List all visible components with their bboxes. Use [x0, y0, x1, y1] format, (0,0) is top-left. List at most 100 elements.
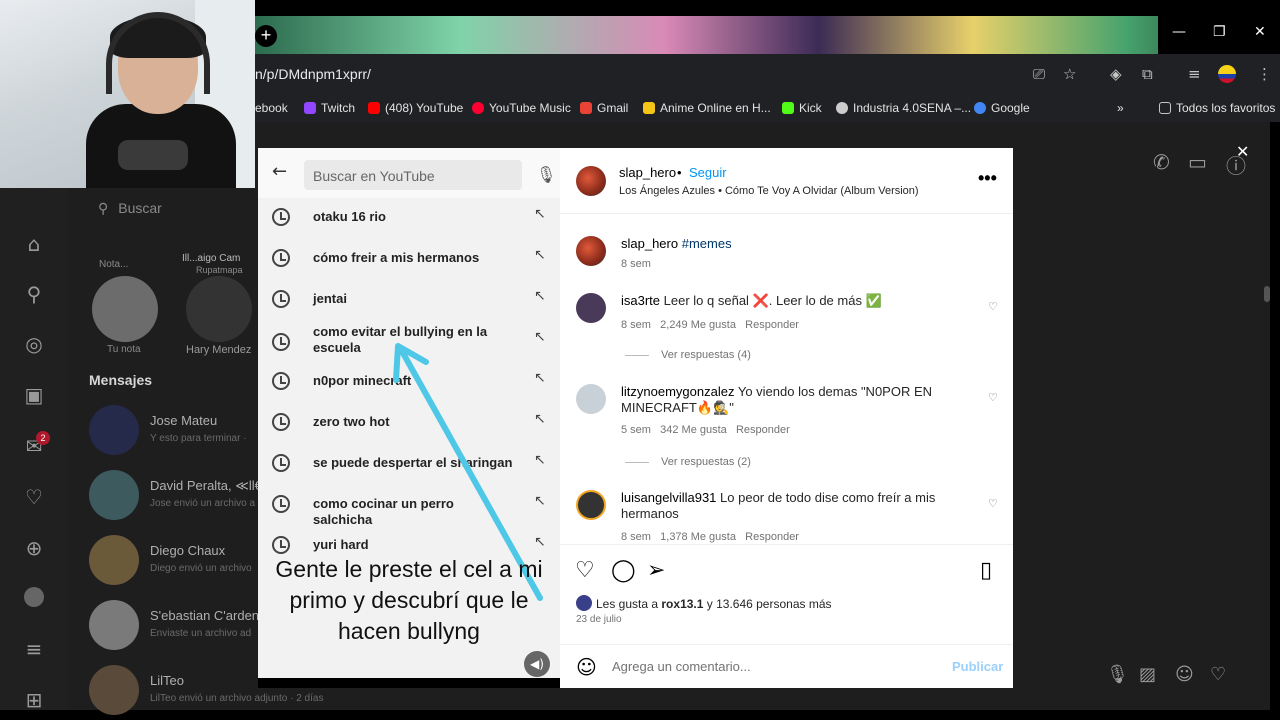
comment-like-icon[interactable]: ♡: [988, 300, 998, 313]
bookmark-youtube-music[interactable]: YouTube Music: [472, 101, 571, 115]
avatar[interactable]: [576, 166, 606, 196]
puzzle-icon[interactable]: ⧉: [1142, 65, 1153, 83]
home-icon[interactable]: ⌂: [22, 232, 46, 256]
close-icon[interactable]: ✕: [1236, 142, 1249, 161]
chat-row[interactable]: S'ebastian C'ardena Enviaste un archivo …: [89, 600, 266, 660]
hashtag-link[interactable]: #memes: [682, 236, 732, 251]
bookmarks-bar: ebook Twitch (408) YouTube YouTube Music…: [255, 94, 1280, 122]
share-send-icon[interactable]: ➢: [647, 558, 665, 583]
create-icon[interactable]: ⊕: [22, 536, 46, 560]
phone-icon[interactable]: ✆: [1153, 150, 1170, 174]
restore-icon[interactable]: ❐: [1213, 24, 1226, 40]
comment: isa3rte Leer lo q señal ❌. Leer lo de má…: [576, 293, 998, 383]
video-call-icon[interactable]: ▭: [1188, 150, 1207, 174]
address-bar[interactable]: n/p/DMdnpm1xprr/ ⎚ ☆ ◈ ⧉ ≡ ⋮: [255, 54, 1280, 94]
bookmarks-overflow-button[interactable]: »: [1117, 101, 1124, 115]
song-info[interactable]: Los Ángeles Azules • Cómo Te Voy A Olvid…: [619, 185, 919, 197]
sticker-icon[interactable]: ☺: [1175, 664, 1194, 685]
caption-user[interactable]: slap_hero: [621, 236, 678, 251]
avatar[interactable]: [576, 293, 606, 323]
new-tab-button[interactable]: +: [255, 25, 277, 47]
messages-title: Mensajes: [89, 372, 153, 388]
likes-user[interactable]: rox13.1: [661, 597, 703, 611]
image-icon[interactable]: ▨: [1139, 664, 1156, 685]
reply-button[interactable]: Responder: [745, 319, 799, 331]
note-avatar-hary[interactable]: [186, 276, 252, 342]
extension-icon[interactable]: ◈: [1110, 65, 1122, 83]
comment: litzynoemygonzalez Yo viendo los demas "…: [576, 384, 998, 444]
install-icon[interactable]: ⎚: [1033, 65, 1045, 83]
bookmark-kick[interactable]: Kick: [782, 101, 822, 115]
post-username[interactable]: slap_hero: [619, 165, 676, 180]
heart-icon[interactable]: ♡: [1210, 664, 1226, 685]
avatar[interactable]: [576, 490, 606, 520]
threads-icon[interactable]: ⊞: [22, 688, 46, 712]
bookmark-twitch[interactable]: Twitch: [304, 101, 355, 115]
comment-input[interactable]: Agrega un comentario...: [612, 659, 751, 674]
comment: luisangelvilla931 Lo peor de todo dise c…: [576, 490, 998, 544]
separator: •: [677, 165, 682, 180]
comment-user[interactable]: luisangelvilla931: [621, 490, 716, 505]
reply-button[interactable]: Responder: [736, 424, 790, 436]
search-icon[interactable]: ⚲: [22, 282, 46, 306]
avatar: [89, 405, 139, 455]
comment-user[interactable]: isa3rte: [621, 293, 660, 308]
google-icon: [974, 102, 986, 114]
note-avatar-self[interactable]: [92, 276, 158, 342]
comment-user[interactable]: litzynoemygonzalez: [621, 384, 734, 399]
minimize-icon[interactable]: —: [1172, 24, 1186, 40]
comment-like-icon[interactable]: ♡: [988, 497, 998, 510]
scrollbar[interactable]: [1264, 286, 1270, 302]
view-replies-button[interactable]: Ver respuestas (4): [625, 349, 751, 361]
notifications-heart-icon[interactable]: ♡: [22, 485, 46, 509]
reply-button[interactable]: Responder: [745, 531, 799, 543]
chat-row[interactable]: Diego Chaux Diego envió un archivo: [89, 535, 259, 595]
avatar[interactable]: [576, 236, 606, 266]
comment-like-icon[interactable]: ♡: [988, 391, 998, 404]
bookmark-gmail[interactable]: Gmail: [580, 101, 628, 115]
like-heart-icon[interactable]: ♡: [575, 558, 595, 583]
avatar[interactable]: [576, 384, 606, 414]
bookmark-youtube[interactable]: (408) YouTube: [368, 101, 463, 115]
youtube-music-icon: [472, 102, 484, 114]
twitch-icon: [304, 102, 316, 114]
chat-row[interactable]: LilTeo LilTeo envió un archivo adjunto ·…: [89, 665, 323, 720]
reels-icon[interactable]: ▣: [22, 383, 46, 407]
avatar: [89, 535, 139, 585]
star-icon[interactable]: ☆: [1063, 65, 1076, 83]
bookmark-facebook[interactable]: ebook: [255, 101, 288, 115]
menu-icon[interactable]: ⋮: [1257, 65, 1272, 83]
more-options-icon[interactable]: •••: [978, 168, 997, 189]
publish-button[interactable]: Publicar: [952, 659, 1003, 674]
bookmark-anime[interactable]: Anime Online en H...: [643, 101, 771, 115]
globe-icon: [836, 102, 848, 114]
likes-summary: Les gusta a rox13.1 y 13.646 personas má…: [576, 595, 832, 611]
chat-row[interactable]: Jose Mateu Y esto para terminar ·: [89, 405, 259, 465]
media-icon[interactable]: ≡: [1188, 65, 1201, 83]
dm-search[interactable]: ⚲ Buscar: [98, 200, 258, 226]
chat-row[interactable]: David Peralta, ≪ll€ Jose envió un archiv…: [89, 470, 262, 530]
profile-avatar[interactable]: [24, 587, 44, 607]
view-replies-button[interactable]: Ver respuestas (2): [625, 456, 751, 468]
tab-strip: [255, 0, 1280, 54]
comment-bar: ☺ Agrega un comentario... Publicar: [560, 644, 1013, 688]
mic-icon[interactable]: 🎙: [1106, 664, 1129, 685]
follow-button[interactable]: Seguir: [689, 165, 727, 180]
bookmark-icon[interactable]: ▯: [980, 558, 992, 583]
note-extra: Rupatmapa: [196, 265, 243, 275]
comment-icon[interactable]: ◯: [611, 558, 636, 583]
all-favorites[interactable]: Todos los favoritos: [1159, 101, 1275, 115]
mute-icon[interactable]: ◀): [524, 651, 550, 677]
video-caption: Gente le preste el cel a mi primo y desc…: [275, 556, 543, 644]
chat-name: S'ebastian C'ardena: [150, 608, 267, 623]
emoji-icon[interactable]: ☺: [576, 655, 597, 679]
video-pane[interactable]: ← Buscar en YouTube 🎙 otaku 16 rio ↖ cóm…: [258, 148, 560, 688]
explore-icon[interactable]: ◎: [22, 332, 46, 356]
profile-icon[interactable]: [1218, 65, 1236, 83]
bookmark-industria[interactable]: Industria 4.0SENA –...: [836, 101, 971, 115]
anime-icon: [643, 102, 655, 114]
url-text[interactable]: n/p/DMdnpm1xprr/: [255, 66, 371, 82]
close-window-icon[interactable]: ✕: [1254, 24, 1266, 40]
more-menu-icon[interactable]: ≡: [22, 637, 46, 661]
bookmark-google[interactable]: Google: [974, 101, 1030, 115]
